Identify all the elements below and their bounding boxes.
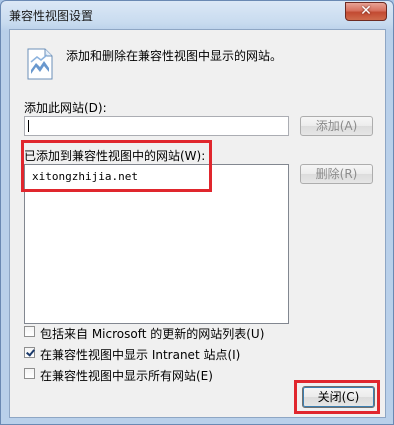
option-microsoft-list-label: 包括来自 Microsoft 的更新的网站列表(U) xyxy=(40,327,265,341)
added-sites-list[interactable]: xitongzhijia.net xyxy=(24,164,289,324)
option-intranet-sites-label: 在兼容性视图中显示 Intranet 站点(I) xyxy=(40,348,241,362)
checkbox-intranet-sites[interactable] xyxy=(24,347,35,358)
add-site-input[interactable] xyxy=(24,116,289,136)
checkbox-microsoft-list[interactable] xyxy=(24,326,35,337)
window-close-button[interactable]: ✕ xyxy=(345,2,387,21)
window-title: 兼容性视图设置 xyxy=(9,9,94,23)
title-bar[interactable]: 兼容性视图设置 ✕ xyxy=(1,1,393,29)
close-button[interactable]: 关闭(C) xyxy=(302,386,375,408)
option-all-sites-label: 在兼容性视图中显示所有网站(E) xyxy=(40,369,213,383)
compat-view-settings-window: 兼容性视图设置 ✕ 添加和删除在兼容性视图中显示的网站。 添加此网站(D): 添… xyxy=(0,0,394,425)
document-icon xyxy=(27,48,53,80)
dialog-description: 添加和删除在兼容性视图中显示的网站。 xyxy=(66,49,283,63)
text-caret xyxy=(28,120,29,132)
list-item[interactable]: xitongzhijia.net xyxy=(32,170,138,183)
close-icon: ✕ xyxy=(360,3,372,19)
add-site-label: 添加此网站(D): xyxy=(24,101,107,115)
add-button[interactable]: 添加(A) xyxy=(300,116,373,136)
remove-button[interactable]: 删除(R) xyxy=(300,164,373,184)
added-sites-label: 已添加到兼容性视图中的网站(W): xyxy=(24,149,206,163)
dialog-body: 添加和删除在兼容性视图中显示的网站。 添加此网站(D): 添加(A) 已添加到兼… xyxy=(9,29,386,418)
checkbox-all-sites[interactable] xyxy=(24,368,35,379)
